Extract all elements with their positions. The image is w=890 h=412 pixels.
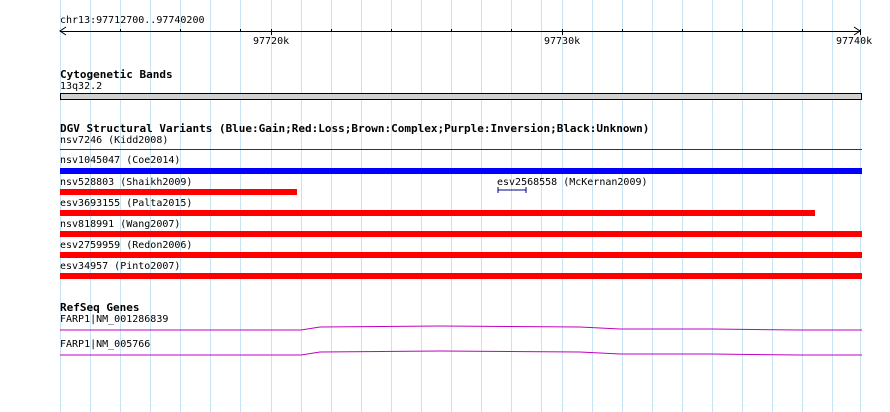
- gene-model[interactable]: [0, 0, 890, 412]
